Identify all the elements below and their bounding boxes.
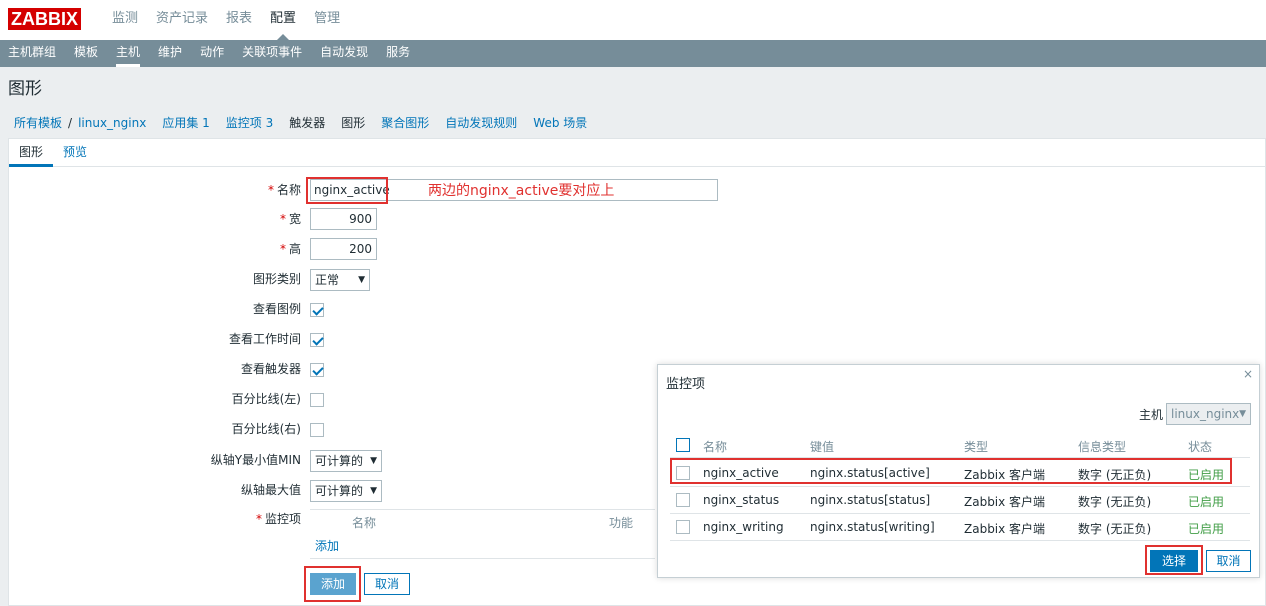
dialog-cancel-button[interactable]: 取消 (1206, 550, 1251, 572)
chevron-down-icon: ▼ (1239, 409, 1246, 419)
col-key: 键值 (810, 440, 835, 454)
dialog-host-select[interactable]: linux_nginx ▼ (1166, 403, 1251, 425)
items-label: * 监控项 (255, 512, 301, 526)
name-label: * 名称 (267, 183, 301, 197)
col-type: 类型 (964, 440, 989, 454)
show-triggers-checkbox[interactable] (310, 363, 324, 377)
close-icon[interactable]: × (1243, 367, 1253, 381)
show-working-time-label: 查看工作时间 (228, 332, 301, 346)
highlight-name-field (306, 177, 388, 204)
items-dialog: 监控项 × 主机 linux_nginx ▼ 名称 键值 类型 信息类型 状态 n… (657, 364, 1260, 578)
breadcrumb: 所有模板 / linux_nginx 应用集 1 监控项 3 触发器 图形 聚合… (14, 114, 603, 131)
height-field[interactable]: 200 (310, 238, 377, 260)
breadcrumb-graphs[interactable]: 图形 (341, 114, 365, 131)
dialog-host-label: 主机 (1139, 408, 1164, 422)
sub-menu: 主机群组 模板 主机 维护 动作 关联项事件 自动发现 服务 (0, 40, 1266, 67)
show-triggers-label: 查看触发器 (240, 362, 301, 376)
sub-menu-hosts[interactable]: 主机 (116, 40, 141, 67)
col-status: 状态 (1188, 440, 1213, 454)
percentile-right-label: 百分比线(右) (231, 422, 301, 436)
top-menu-reports[interactable]: 报表 (226, 0, 252, 40)
chevron-down-icon: ▼ (370, 486, 377, 496)
item-info-type: 数字 (无正负) (1078, 495, 1152, 509)
percentile-left-label: 百分比线(左) (231, 392, 301, 406)
breadcrumb-discovery-rules[interactable]: 自动发现规则 (445, 114, 517, 131)
item-link-nginx-status[interactable]: nginx_status (703, 493, 779, 507)
show-legend-checkbox[interactable] (310, 303, 324, 317)
cancel-button[interactable]: 取消 (364, 573, 410, 595)
sub-menu-templates[interactable]: 模板 (74, 40, 98, 67)
sub-menu-host-groups[interactable]: 主机群组 (8, 40, 56, 67)
ymax-select[interactable]: 可计算的 ▼ (310, 480, 382, 502)
divider (670, 513, 1250, 514)
show-working-time-checkbox[interactable] (310, 333, 324, 347)
chevron-down-icon: ▼ (358, 275, 365, 285)
page-title: 图形 (8, 79, 42, 99)
graph-type-label: 图形类别 (252, 272, 301, 286)
breadcrumb-screens[interactable]: 聚合图形 (381, 114, 429, 131)
sub-menu-correlation[interactable]: 关联项事件 (242, 40, 302, 67)
chevron-down-icon: ▼ (370, 456, 377, 466)
sub-menu-services[interactable]: 服务 (386, 40, 410, 67)
ymin-select[interactable]: 可计算的 ▼ (310, 450, 382, 472)
col-name: 名称 (703, 440, 728, 454)
ymax-label: 纵轴最大值 (240, 483, 301, 497)
item-link-nginx-writing[interactable]: nginx_writing (703, 520, 784, 534)
sub-menu-maintenance[interactable]: 维护 (158, 40, 182, 67)
show-legend-label: 查看图例 (252, 302, 301, 316)
dialog-title: 监控项 (666, 377, 706, 392)
form-tabs: 图形 预览 (9, 139, 1265, 167)
item-key: nginx.status[status] (810, 493, 931, 507)
item-type: Zabbix 客户端 (964, 522, 1046, 536)
breadcrumb-web-scenarios[interactable]: Web 场景 (533, 114, 587, 131)
top-menu-administration[interactable]: 管理 (314, 0, 340, 40)
annotation-text: 两边的nginx_active要对应上 (428, 183, 615, 199)
highlight-select-button (1145, 545, 1203, 575)
width-field[interactable]: 900 (310, 208, 377, 230)
percentile-right-checkbox[interactable] (310, 423, 324, 437)
item-status[interactable]: 已启用 (1188, 520, 1224, 537)
width-label: * 宽 (279, 212, 301, 226)
height-label: * 高 (279, 242, 301, 256)
breadcrumb-applications[interactable]: 应用集 1 (162, 114, 209, 131)
sub-menu-actions[interactable]: 动作 (200, 40, 224, 67)
top-menu-configuration[interactable]: 配置 (270, 0, 296, 40)
item-type: Zabbix 客户端 (964, 495, 1046, 509)
top-menu-inventory[interactable]: 资产记录 (156, 0, 208, 40)
col-info-type: 信息类型 (1078, 440, 1127, 454)
breadcrumb-items[interactable]: 监控项 3 (226, 114, 273, 131)
tab-preview[interactable]: 预览 (53, 139, 97, 167)
percentile-left-checkbox[interactable] (310, 393, 324, 407)
highlight-row-nginx-active (670, 458, 1232, 484)
graph-type-select[interactable]: 正常 ▼ (310, 269, 370, 291)
item-key: nginx.status[writing] (810, 520, 935, 534)
top-menu-monitoring[interactable]: 监测 (112, 0, 138, 40)
row-checkbox[interactable] (676, 493, 690, 507)
breadcrumb-separator: / (68, 115, 73, 130)
top-menu: 监测 资产记录 报表 配置 管理 (112, 0, 358, 40)
breadcrumb-all-templates[interactable]: 所有模板 (14, 114, 62, 131)
item-info-type: 数字 (无正负) (1078, 522, 1152, 536)
items-col-name: 名称 (352, 516, 377, 530)
row-checkbox[interactable] (676, 520, 690, 534)
breadcrumb-triggers[interactable]: 触发器 (289, 114, 325, 131)
tab-graph[interactable]: 图形 (9, 139, 54, 167)
highlight-add-button (304, 566, 361, 602)
item-status[interactable]: 已启用 (1188, 493, 1224, 510)
divider (670, 486, 1250, 487)
divider (670, 540, 1250, 541)
breadcrumb-linux-nginx[interactable]: linux_nginx (78, 116, 146, 130)
top-bar: ZABBIX 监测 资产记录 报表 配置 管理 (0, 0, 1266, 40)
ymin-label: 纵轴Y最小值MIN (210, 453, 301, 467)
zabbix-logo[interactable]: ZABBIX (8, 8, 81, 30)
items-add-link[interactable]: 添加 (315, 537, 339, 554)
items-col-function: 功能 (609, 516, 634, 530)
select-all-checkbox[interactable] (676, 438, 690, 452)
sub-menu-discovery[interactable]: 自动发现 (320, 40, 368, 67)
